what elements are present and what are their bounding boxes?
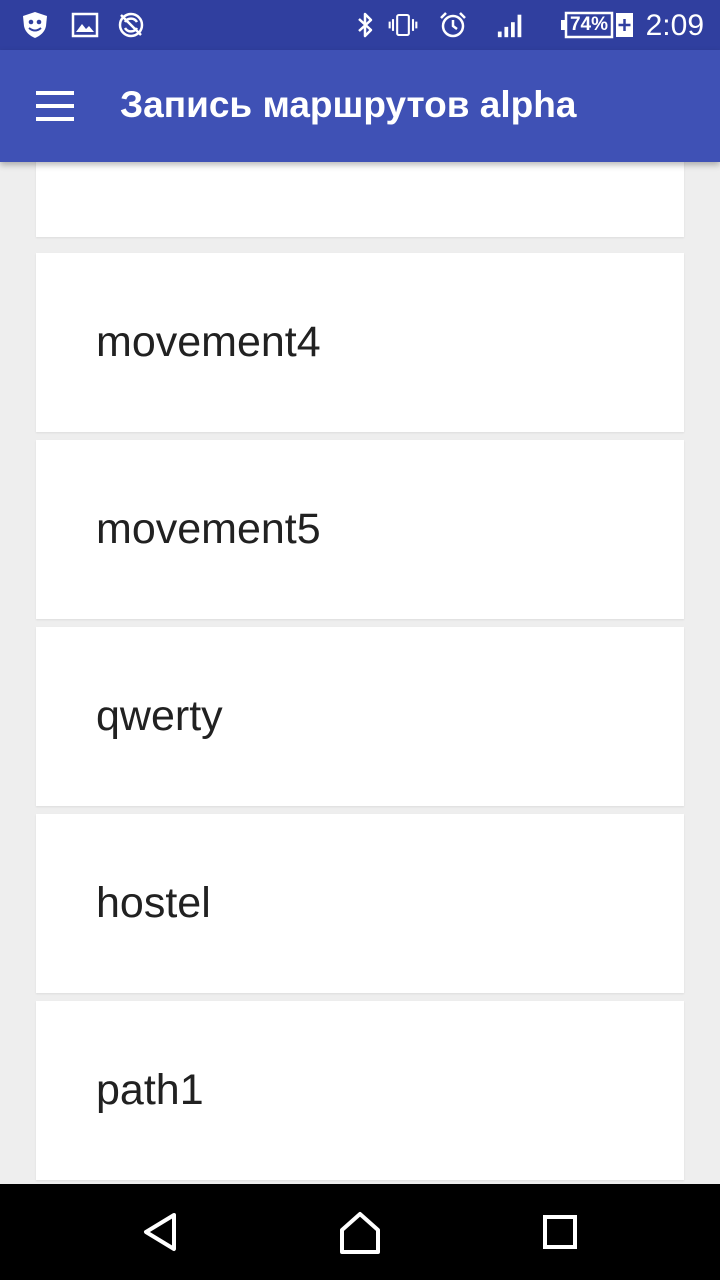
navigation-bar — [0, 1184, 720, 1280]
route-name: hostel — [96, 879, 211, 927]
list-item[interactable]: movement4 — [36, 253, 684, 432]
bluetooth-icon — [358, 12, 373, 38]
list-item[interactable]: hostel — [36, 814, 684, 993]
back-icon[interactable] — [130, 1202, 190, 1262]
app-bar: Запись маршрутов alpha — [0, 50, 720, 162]
list-item[interactable]: qwerty — [36, 627, 684, 806]
recents-icon[interactable] — [530, 1202, 590, 1262]
signal-icon — [497, 14, 522, 38]
route-name: movement4 — [96, 318, 321, 366]
route-name: qwerty — [96, 692, 223, 740]
route-name: movement5 — [96, 505, 321, 553]
vibrate-icon — [388, 13, 418, 37]
alarm-icon — [440, 12, 466, 38]
shield-icon — [23, 12, 47, 38]
status-time: 2:09 — [645, 9, 704, 42]
list-item[interactable]: movement5 — [36, 440, 684, 619]
route-list[interactable]: movement3 movement4 movement5 qwerty hos… — [0, 50, 720, 1184]
no-sync-icon — [118, 12, 144, 38]
status-bar: 74% 2:09 — [0, 0, 720, 50]
list-item[interactable]: path1 — [36, 1001, 684, 1180]
home-icon[interactable] — [330, 1202, 390, 1262]
battery-icon: 74% — [558, 11, 634, 39]
route-name: path1 — [96, 1066, 204, 1114]
page-title: Запись маршрутов alpha — [120, 84, 577, 125]
battery-percent: 74% — [569, 14, 609, 35]
image-icon — [71, 12, 99, 38]
hamburger-menu-icon[interactable] — [24, 76, 88, 136]
